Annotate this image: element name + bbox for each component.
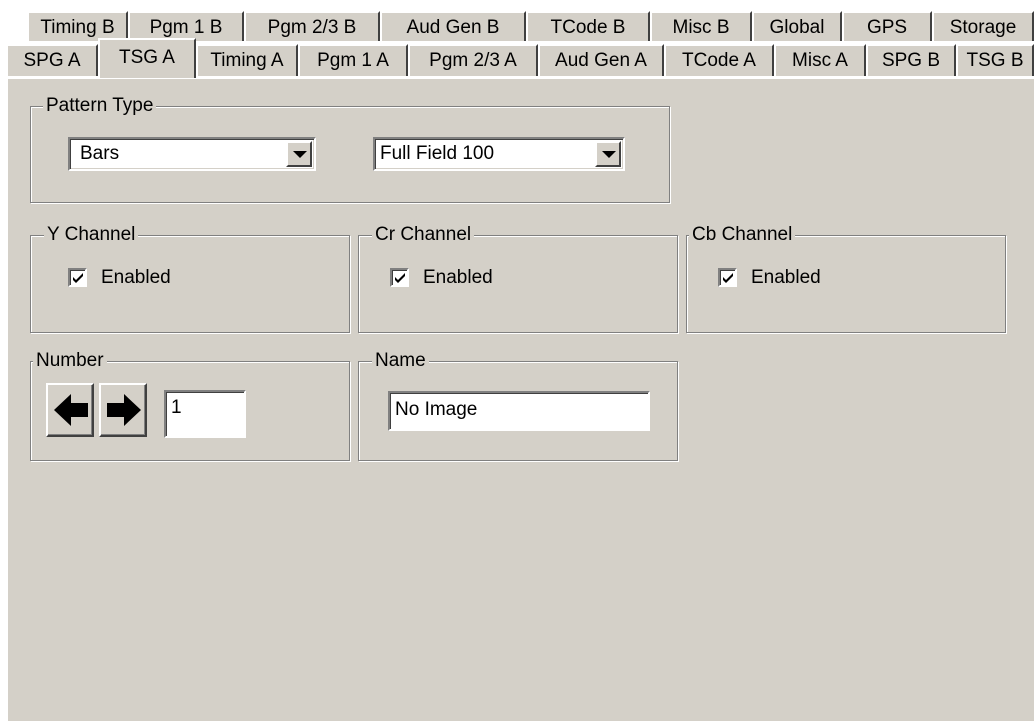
checkmark-icon [723,273,733,283]
pattern-select-value: Bars [80,143,120,164]
tab-storage[interactable]: Storage [932,11,1034,41]
previous-number-button[interactable] [46,383,94,437]
tab-tsg-a[interactable]: TSG A [98,38,196,78]
tab-pgm-2-3-b[interactable]: Pgm 2/3 B [244,11,380,41]
next-number-button[interactable] [99,383,147,437]
tab-row-front: SPG A TSG A Timing A Pgm 1 A Pgm 2/3 A A… [0,38,1034,78]
tab-aud-gen-a[interactable]: Aud Gen A [538,44,664,76]
y-channel-enabled-label: Enabled [101,267,171,288]
tab-aud-gen-b[interactable]: Aud Gen B [380,11,526,41]
number-input[interactable]: 1 [164,390,246,438]
number-group: Number 1 [30,349,350,461]
tab-timing-a[interactable]: Timing A [196,44,298,76]
tab-pgm-1-b[interactable]: Pgm 1 B [128,11,244,41]
checkbox-box[interactable] [390,268,409,287]
checkmark-icon [73,273,83,283]
y-channel-group: Y Channel Enabled [30,223,350,333]
tab-spg-a[interactable]: SPG A [6,44,98,76]
pattern-variant-dropdown-button[interactable] [595,141,621,167]
pattern-type-group: Pattern Type Bars Full Field 100 [30,94,670,203]
pattern-variant-select-value: Full Field 100 [380,143,495,164]
tab-global[interactable]: Global [752,11,842,41]
checkbox-box[interactable] [718,268,737,287]
name-group: Name No Image [358,349,678,461]
arrow-right-icon [107,394,141,426]
cr-channel-enabled-label: Enabled [423,267,493,288]
tab-spg-b[interactable]: SPG B [866,44,956,76]
chevron-down-icon [602,151,616,158]
cr-channel-legend: Cr Channel [372,223,475,247]
pattern-type-legend: Pattern Type [43,94,157,118]
tab-misc-a[interactable]: Misc A [774,44,866,76]
cb-channel-legend: Cb Channel [689,223,796,247]
pattern-select[interactable]: Bars [68,137,316,171]
y-channel-legend: Y Channel [44,223,139,247]
number-legend: Number [33,349,107,373]
tab-misc-b[interactable]: Misc B [650,11,752,41]
number-input-value: 1 [171,397,182,418]
tab-pgm-1-a[interactable]: Pgm 1 A [298,44,408,76]
tab-gps[interactable]: GPS [842,11,932,41]
tab-pgm-2-3-a[interactable]: Pgm 2/3 A [408,44,538,76]
pattern-dropdown-button[interactable] [286,141,312,167]
tab-panel-tsg-a: Pattern Type Bars Full Field 100 Y Chann… [6,77,1034,721]
arrow-left-icon [54,394,88,426]
checkmark-icon [395,273,405,283]
checkbox-box[interactable] [68,268,87,287]
tsg-settings-window: Timing B Pgm 1 B Pgm 2/3 B Aud Gen B TCo… [0,0,1034,721]
tab-tcode-a[interactable]: TCode A [664,44,774,76]
cb-channel-enabled-label: Enabled [751,267,821,288]
cb-channel-group: Cb Channel Enabled [686,223,1006,333]
tab-tsg-b[interactable]: TSG B [956,44,1034,76]
cr-channel-group: Cr Channel Enabled [358,223,678,333]
tab-timing-b[interactable]: Timing B [27,11,128,41]
tab-tcode-b[interactable]: TCode B [526,11,650,41]
name-input-value: No Image [395,399,478,420]
name-input[interactable]: No Image [388,391,650,431]
name-legend: Name [372,349,429,373]
pattern-variant-select[interactable]: Full Field 100 [373,137,625,171]
chevron-down-icon [293,151,307,158]
